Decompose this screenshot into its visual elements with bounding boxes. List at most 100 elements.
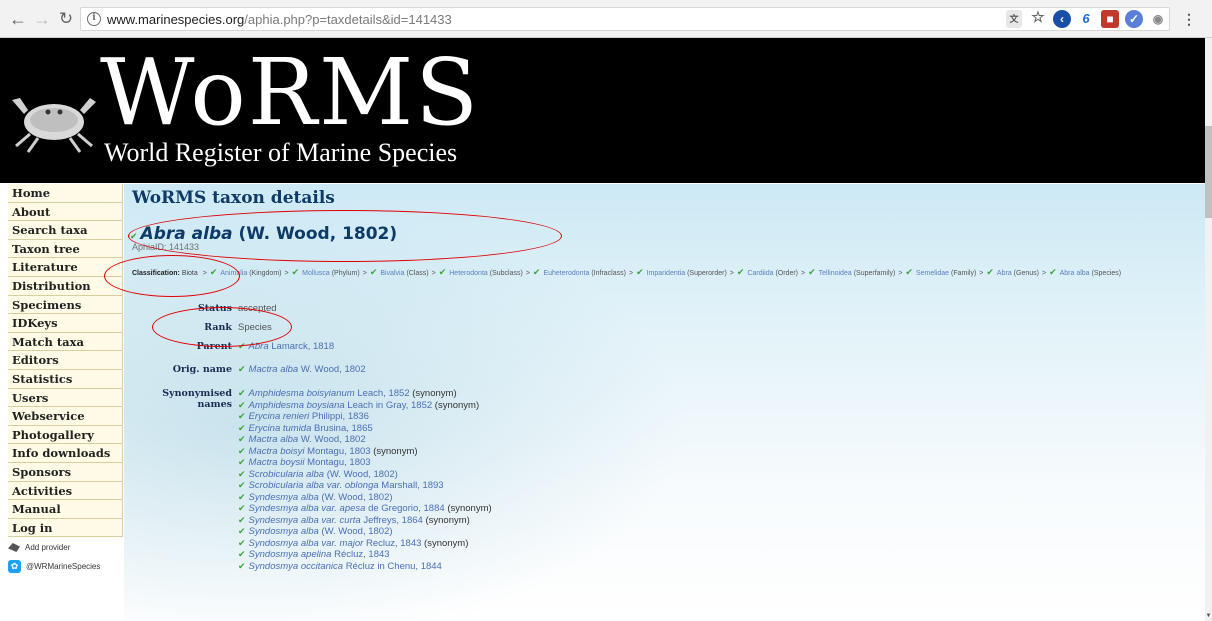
- check-icon: ✔: [986, 267, 994, 277]
- classification-item[interactable]: Abra: [997, 270, 1012, 277]
- page-title: WoRMS taxon details: [132, 188, 335, 208]
- classification-item[interactable]: Animalia: [220, 270, 247, 277]
- classification-item[interactable]: Bivalvia: [380, 270, 404, 277]
- extension-icon-5[interactable]: ◉: [1149, 10, 1167, 28]
- twitter-link[interactable]: ✿ @WRMarineSpecies: [8, 560, 100, 573]
- sidebar-item-literature[interactable]: Literature: [8, 258, 123, 277]
- translate-icon[interactable]: 文: [1006, 10, 1022, 28]
- sidebar-item-manual[interactable]: Manual: [8, 500, 123, 519]
- classification-rank: (Superorder): [687, 270, 727, 277]
- check-icon: ✔: [238, 491, 246, 502]
- check-icon: ✔: [238, 341, 246, 351]
- classification-rank: (Subclass): [489, 270, 523, 277]
- sidebar-item-webservice[interactable]: Webservice: [8, 407, 123, 426]
- orig-name-link[interactable]: Mactra alba W. Wood, 1802: [249, 364, 366, 375]
- classification-item[interactable]: Euheterodonta: [543, 270, 589, 277]
- synonym-link[interactable]: Syndosmya occitanica Récluz in Chenu, 18…: [249, 561, 442, 572]
- extension-icon-3[interactable]: ■: [1101, 10, 1119, 28]
- synonym-link[interactable]: Syndesmya alba var. curta Jeffreys, 1864: [249, 515, 423, 526]
- aphia-id: AphiaID: 141433: [132, 242, 200, 252]
- classification-root[interactable]: Biota: [182, 270, 198, 277]
- scroll-down-icon[interactable]: ▼: [1205, 613, 1212, 621]
- main-content: WoRMS taxon details ✔ Abra alba (W. Wood,…: [124, 184, 1205, 621]
- classification-item[interactable]: Tellinoidea: [819, 270, 852, 277]
- rank-value: Species: [238, 322, 272, 333]
- classification-item[interactable]: Mollusca: [302, 270, 330, 277]
- sidebar-item-editors[interactable]: Editors: [8, 351, 123, 370]
- check-icon: ✔: [291, 267, 300, 277]
- sidebar-item-photogallery[interactable]: Photogallery: [8, 425, 123, 445]
- synonym-link[interactable]: Mactra boysii Montagu, 1803: [249, 457, 371, 468]
- breadcrumb-separator: >: [202, 270, 207, 277]
- star-icon[interactable]: ☆: [1029, 9, 1047, 27]
- sidebar-item-statistics[interactable]: Statistics: [8, 369, 123, 389]
- forward-icon[interactable]: →: [32, 9, 52, 29]
- extension-icon-1[interactable]: ‹: [1053, 10, 1071, 28]
- url-text[interactable]: www.marinespecies.org/aphia.php?p=taxdet…: [107, 12, 452, 27]
- check-icon: ✔: [238, 526, 246, 536]
- synonym-link[interactable]: Syndosmya alba (W. Wood, 1802): [249, 526, 393, 537]
- breadcrumb-separator: >: [801, 270, 806, 277]
- classification-item[interactable]: Cardiida: [747, 270, 773, 277]
- check-icon: ✔: [238, 422, 246, 433]
- site-title: WoRMS: [100, 39, 481, 146]
- browser-toolbar: ← → ↻ i www.marinespecies.org/aphia.php?…: [0, 0, 1212, 38]
- synonym-link[interactable]: Syndesmya alba (W. Wood, 1802): [249, 492, 393, 503]
- synonym-item: ✔ Scrobicularia alba (W. Wood, 1802): [238, 469, 492, 481]
- crab-logo-icon[interactable]: [10, 80, 100, 160]
- classification-item[interactable]: Heterodonta: [449, 270, 488, 277]
- check-icon: ✔: [238, 560, 246, 571]
- synonym-link[interactable]: Mactra alba W. Wood, 1802: [249, 434, 366, 445]
- sidebar-item-taxon-tree[interactable]: Taxon tree: [8, 239, 123, 259]
- check-icon: ✔: [238, 549, 246, 559]
- sidebar-item-home[interactable]: Home: [8, 184, 123, 203]
- sidebar-nav: Home About Search taxa Taxon tree Litera…: [8, 184, 123, 538]
- synonym-item: ✔ Syndesmya alba var. apesa de Gregorio, …: [238, 503, 492, 515]
- synonym-link[interactable]: Scrobicularia alba var. oblonga Marshall…: [249, 480, 444, 491]
- parent-link[interactable]: Abra Lamarck, 1818: [249, 341, 335, 352]
- sidebar-item-log-in[interactable]: Log in: [8, 518, 123, 538]
- add-provider-link[interactable]: Add provider: [8, 543, 70, 552]
- parent-label: Parent: [196, 341, 232, 352]
- synonym-link[interactable]: Syndosmya apelina Récluz, 1843: [249, 549, 390, 560]
- classification-rank: (Infraclass): [591, 270, 626, 277]
- breadcrumb-separator: >: [628, 270, 634, 277]
- sidebar-item-users[interactable]: Users: [8, 388, 123, 408]
- sidebar-item-match-taxa[interactable]: Match taxa: [8, 332, 123, 352]
- breadcrumb-separator: >: [525, 270, 530, 277]
- sidebar-item-info-downloads[interactable]: Info downloads: [8, 444, 123, 463]
- reload-icon[interactable]: ↻: [56, 9, 76, 29]
- classification-rank: (Order): [775, 270, 799, 277]
- page-scrollbar[interactable]: ▼: [1205, 38, 1212, 621]
- sidebar-item-idkeys[interactable]: IDKeys: [8, 314, 123, 333]
- sidebar-item-about[interactable]: About: [8, 202, 123, 222]
- synonym-link[interactable]: Syndesmya alba var. apesa de Gregorio, 1…: [249, 503, 445, 514]
- breadcrumb-separator: >: [431, 270, 436, 277]
- classification-item[interactable]: Abra alba: [1060, 270, 1090, 277]
- synonym-link[interactable]: Amphidesma boisyianum Leach, 1852: [249, 388, 410, 399]
- synonym-link[interactable]: Syndosmya alba var. major Recluz, 1843: [249, 538, 422, 549]
- back-icon[interactable]: ←: [8, 9, 28, 29]
- scrollbar-thumb[interactable]: [1205, 126, 1212, 218]
- synonym-link[interactable]: Mactra boisyi Montagu, 1803: [249, 446, 371, 457]
- extension-icon-4[interactable]: ✓: [1125, 10, 1143, 28]
- synonym-item: ✔ Erycina tumida Brusina, 1865: [238, 423, 492, 435]
- sidebar-item-specimens[interactable]: Specimens: [8, 295, 123, 315]
- classification-rank: (Phylum): [331, 270, 360, 277]
- synonym-link[interactable]: Amphidesma boysiana Leach in Gray, 1852: [249, 400, 433, 411]
- synonyms-label-2: names: [197, 399, 232, 410]
- synonym-link[interactable]: Erycina tumida Brusina, 1865: [249, 423, 373, 434]
- menu-icon[interactable]: ⋮: [1180, 10, 1198, 28]
- info-icon[interactable]: i: [87, 12, 101, 26]
- synonym-link[interactable]: Scrobicularia alba (W. Wood, 1802): [249, 469, 398, 480]
- sidebar-item-search-taxa[interactable]: Search taxa: [8, 221, 123, 240]
- sidebar-item-distribution[interactable]: Distribution: [8, 276, 123, 296]
- sidebar-item-sponsors[interactable]: Sponsors: [8, 462, 123, 482]
- classification-item[interactable]: Semelidae: [916, 270, 949, 277]
- taxon-name-heading: ✔ Abra alba (W. Wood, 1802): [130, 224, 397, 244]
- sidebar-item-activities[interactable]: Activities: [8, 481, 123, 501]
- extension-icon-2[interactable]: 6: [1077, 10, 1095, 28]
- synonym-link[interactable]: Erycina renieri Philippi, 1836: [249, 411, 369, 422]
- classification-item[interactable]: Imparidentia: [647, 270, 686, 277]
- check-icon: ✔: [238, 503, 246, 513]
